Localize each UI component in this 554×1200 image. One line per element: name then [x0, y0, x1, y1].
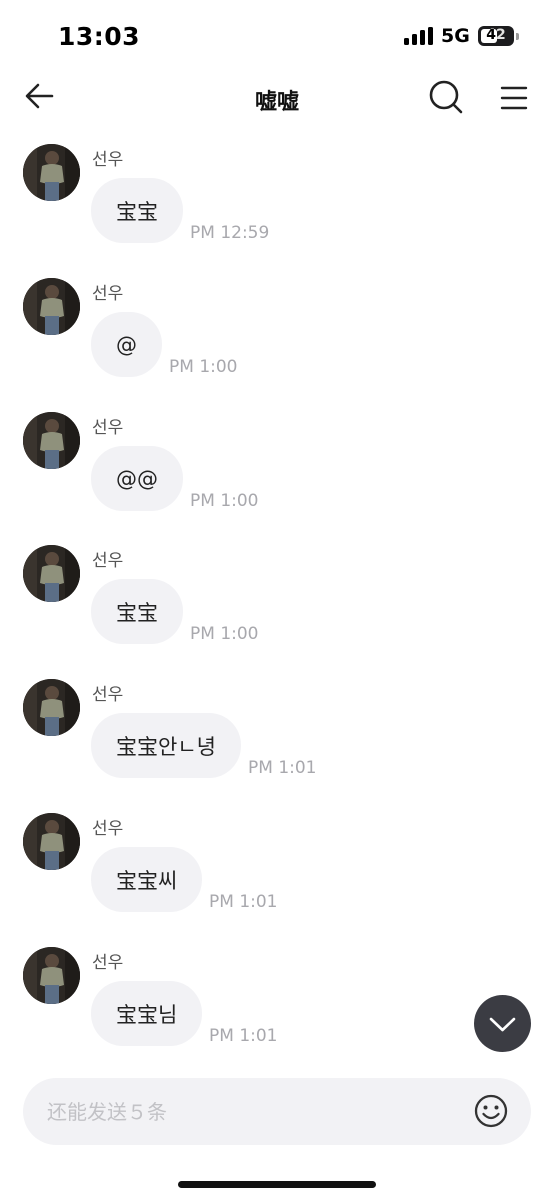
message-bubble[interactable]: @@ [91, 446, 183, 511]
avatar[interactable] [23, 679, 80, 736]
smiley-icon[interactable] [473, 1093, 509, 1129]
sender-name: 선우 [92, 150, 124, 170]
avatar[interactable] [23, 278, 80, 335]
scroll-down-button[interactable] [474, 995, 531, 1052]
message-row: 선우 宝宝 PM 1:00 [0, 531, 554, 665]
avatar[interactable] [23, 545, 80, 602]
status-time: 13:03 [58, 22, 141, 51]
message-input[interactable] [47, 1078, 467, 1145]
signal-icon [404, 27, 433, 45]
home-indicator [178, 1181, 376, 1188]
nav-bar: 嘘嘘 [0, 70, 554, 126]
battery-cap [516, 33, 519, 40]
message-time: PM 1:00 [190, 624, 259, 644]
message-bubble[interactable]: 宝宝 [91, 579, 183, 644]
message-row: 선우 宝宝님 PM 1:01 [0, 933, 554, 1067]
network-label: 5G [441, 25, 470, 47]
battery-icon: 42 [478, 26, 514, 46]
message-input-bar [23, 1078, 531, 1145]
message-time: PM 1:00 [190, 491, 259, 511]
avatar[interactable] [23, 947, 80, 1004]
sender-name: 선우 [92, 284, 124, 304]
chat-title: 嘘嘘 [254, 90, 299, 115]
chevron-down-icon [489, 1017, 516, 1032]
message-bubble[interactable]: @ [91, 312, 162, 377]
chat-screen: 13:03 5G 42 嘘嘘 선우 宝宝 PM 12:59 선우 @ PM 1:00 선우 @… [0, 0, 554, 1200]
search-icon[interactable] [428, 79, 464, 115]
sender-name: 선우 [92, 819, 124, 839]
sender-name: 선우 [92, 953, 124, 973]
message-row: 선우 宝宝안ㄴ녕 PM 1:01 [0, 665, 554, 799]
sender-name: 선우 [92, 418, 124, 438]
sender-name: 선우 [92, 685, 124, 705]
message-bubble[interactable]: 宝宝안ㄴ녕 [91, 713, 241, 778]
avatar[interactable] [23, 412, 80, 469]
message-time: PM 1:01 [209, 892, 278, 912]
avatar[interactable] [23, 144, 80, 201]
message-bubble[interactable]: 宝宝님 [91, 981, 203, 1046]
message-row: 선우 @ PM 1:00 [0, 264, 554, 398]
message-bubble[interactable]: 宝宝 [91, 178, 183, 243]
message-row: 선우 宝宝 PM 12:59 [0, 130, 554, 264]
message-row: 선우 @@ PM 1:00 [0, 398, 554, 532]
sender-name: 선우 [92, 551, 124, 571]
avatar[interactable] [23, 813, 80, 870]
message-time: PM 1:01 [248, 758, 317, 778]
battery-percent: 42 [486, 27, 506, 43]
message-time: PM 1:00 [169, 357, 238, 377]
message-list[interactable]: 선우 宝宝 PM 12:59 선우 @ PM 1:00 선우 @@ PM 1:00 선우 宝宝 PM … [0, 130, 554, 1070]
status-bar: 13:03 5G 42 [0, 0, 554, 70]
message-bubble[interactable]: 宝宝씨 [91, 847, 203, 912]
message-time: PM 12:59 [190, 223, 270, 243]
menu-icon[interactable] [500, 84, 528, 112]
message-time: PM 1:01 [209, 1026, 278, 1046]
message-row: 선우 宝宝씨 PM 1:01 [0, 799, 554, 933]
